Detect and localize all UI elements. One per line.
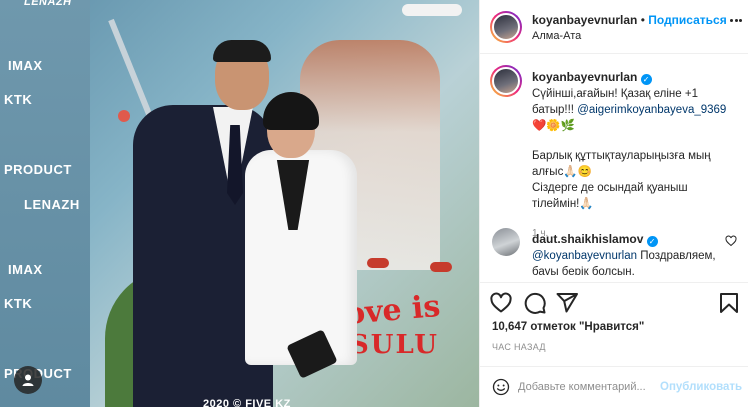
- comment-input[interactable]: [518, 378, 668, 396]
- heart-icon[interactable]: [725, 235, 737, 247]
- caption-emoji: ❤️🌼🌿: [532, 120, 575, 132]
- airplane-graphic: [402, 4, 462, 16]
- post-actions: [480, 282, 748, 322]
- verified-badge-icon: ✓: [640, 74, 652, 85]
- caption-thanks: Барлық құттықтауларыңызға мың алғыс🙏🏻😊: [532, 150, 711, 178]
- photo-copyright: 2020 © FIVE KZ: [203, 398, 291, 407]
- likes-count[interactable]: 10,647 отметок "Нравится": [492, 321, 644, 333]
- header-separator: •: [640, 13, 645, 27]
- man-hair: [213, 40, 271, 62]
- caption-username[interactable]: koyanbayevnurlan: [532, 70, 637, 84]
- comment-bubble-icon[interactable]: [523, 291, 547, 315]
- commenter-avatar[interactable]: [492, 228, 520, 256]
- author-username[interactable]: koyanbayevnurlan: [532, 13, 637, 27]
- post-location[interactable]: Алма-Ата: [532, 30, 581, 42]
- sponsor-logo: KTK: [4, 92, 33, 107]
- poster-title: ove is: [343, 288, 442, 333]
- post-sidebar: koyanbayevnurlan • Подписаться Алма-Ата …: [479, 0, 748, 407]
- user-icon: [22, 374, 34, 386]
- caption-wish: Сіздерге де осындай қуаныш тілеймін!🙏🏻: [532, 182, 688, 210]
- post-timestamp[interactable]: ЧАС НАЗАД: [492, 342, 546, 352]
- poster-title: SULU: [350, 330, 439, 360]
- author-avatar[interactable]: [490, 11, 522, 43]
- tagged-users-button[interactable]: [14, 366, 42, 394]
- publish-comment-button[interactable]: Опубликовать: [660, 381, 742, 393]
- caption: koyanbayevnurlan ✓ Сүйінші,ағайын! Қазақ…: [532, 69, 737, 242]
- sponsor-logo: LENAZH: [24, 0, 72, 8]
- share-send-icon[interactable]: [555, 291, 579, 315]
- comment-mention[interactable]: @koyanbayevnurlan: [532, 250, 637, 262]
- add-comment-bar: Опубликовать: [480, 366, 748, 407]
- like-heart-icon[interactable]: [489, 291, 513, 315]
- tv-tower-ball-graphic: [118, 110, 130, 122]
- poster-shoe-graphic: [430, 262, 452, 272]
- poster-shoe-graphic: [367, 258, 389, 268]
- follow-button[interactable]: Подписаться: [648, 13, 726, 27]
- sponsor-logo: KTK: [4, 296, 33, 311]
- sponsor-logo: IMAX: [8, 58, 43, 73]
- post-header: koyanbayevnurlan • Подписаться Алма-Ата: [480, 0, 748, 54]
- post-image[interactable]: LENAZH IMAX KTK PRODUCT LENAZH IMAX KTK …: [0, 0, 479, 407]
- sponsor-logo: PRODUCT: [4, 162, 72, 177]
- caption-mention[interactable]: @aigerimkoyanbayeva_9369: [577, 104, 726, 116]
- save-bookmark-icon[interactable]: [717, 291, 741, 315]
- verified-badge-icon: ✓: [646, 236, 658, 247]
- sponsor-logo: IMAX: [8, 262, 43, 277]
- comment-username[interactable]: daut.shaikhislamov: [532, 232, 643, 246]
- caption-avatar[interactable]: [490, 65, 522, 97]
- comment: daut.shaikhislamov ✓ @koyanbayevnurlan П…: [532, 231, 722, 275]
- emoji-icon[interactable]: [492, 378, 510, 396]
- sponsor-logo: LENAZH: [24, 197, 80, 212]
- more-options-icon[interactable]: [730, 19, 742, 23]
